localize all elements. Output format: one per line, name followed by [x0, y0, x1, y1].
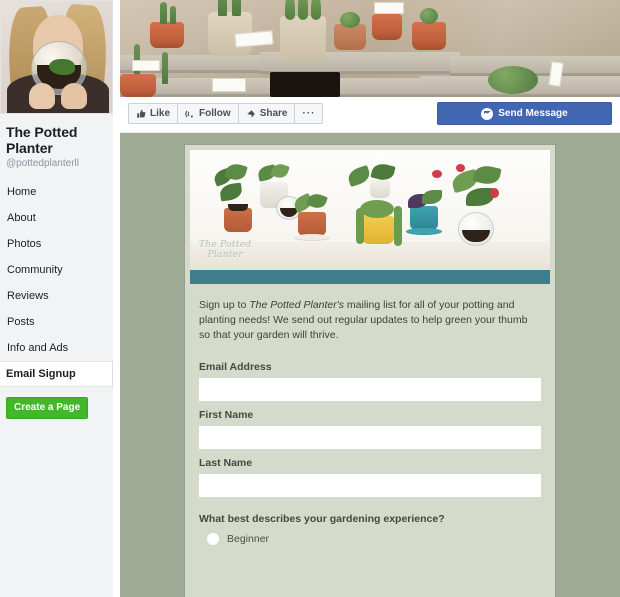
cover-pot	[150, 22, 184, 48]
like-button-label: Like	[150, 108, 171, 119]
sidebar-item-info-and-ads[interactable]: Info and Ads	[0, 335, 113, 361]
hero-terracotta-pot	[298, 212, 326, 236]
avatar-terrarium-plant	[49, 59, 75, 75]
follow-button-label: Follow	[199, 108, 231, 119]
brand-watermark-line2: Planter	[207, 250, 243, 260]
hero-foliage	[360, 200, 394, 218]
sidebar: The Potted Planter @pottedplanterll Home…	[0, 0, 113, 597]
page-title: The Potted Planter	[6, 124, 78, 156]
sidebar-item-photos[interactable]: Photos	[0, 231, 113, 257]
email-signup-card: The Potted Planter Sign up to The Potted…	[185, 145, 555, 597]
hero-soil	[228, 204, 248, 211]
cover-plant-label	[132, 60, 160, 71]
hero-string-of-pearls	[394, 206, 402, 246]
form-intro-emphasis: The Potted Planter's	[249, 299, 345, 311]
cover-soil-tray	[270, 72, 340, 97]
create-page-button[interactable]: Create a Page	[6, 397, 89, 419]
sidebar-item-posts[interactable]: Posts	[0, 309, 113, 335]
cover-cactus	[232, 0, 241, 16]
sidebar-item-email-signup[interactable]: Email Signup	[0, 361, 113, 387]
hero-flower	[490, 188, 499, 198]
last-name-label: Last Name	[199, 457, 253, 469]
hero-saucer	[294, 234, 330, 241]
hero-patterned-pot	[370, 180, 390, 198]
radio-icon[interactable]	[207, 533, 219, 545]
cover-cactus	[488, 66, 538, 94]
ellipsis-icon: ···	[302, 108, 316, 119]
rss-icon	[185, 109, 195, 119]
hero-terracotta-pot	[224, 208, 252, 232]
share-button[interactable]: Share	[237, 103, 295, 124]
hero-saucer	[406, 228, 442, 235]
sidebar-item-reviews[interactable]: Reviews	[0, 283, 113, 309]
share-arrow-icon	[246, 109, 256, 119]
page-action-bar: Like Follow Share ··· Send Message	[120, 97, 620, 133]
gardening-experience-option-label: Beginner	[227, 533, 270, 545]
cover-plant-label	[374, 2, 404, 14]
send-message-button[interactable]: Send Message	[437, 102, 612, 125]
brand-watermark: The Potted Planter	[199, 240, 251, 260]
page-action-button-group: Like Follow Share ···	[128, 103, 324, 124]
cover-photo[interactable]	[120, 0, 620, 97]
cover-plant-label	[212, 78, 246, 92]
sidebar-nav: Home About Photos Community Reviews Post…	[0, 177, 113, 387]
cover-pot	[120, 74, 156, 97]
email-address-label: Email Address	[199, 361, 272, 373]
send-message-label: Send Message	[498, 108, 568, 119]
email-signup-form: Sign up to The Potted Planter's mailing …	[185, 284, 555, 545]
brand-watermark-line1: The Potted	[199, 240, 252, 250]
gardening-experience-question: What best describes your gardening exper…	[199, 513, 445, 525]
cover-aloe	[311, 0, 321, 20]
form-intro-part1: Sign up to	[199, 299, 250, 311]
first-name-input[interactable]	[199, 426, 541, 449]
follow-button[interactable]: Follow	[177, 103, 238, 124]
gardening-experience-option-beginner[interactable]: Beginner	[199, 533, 541, 545]
cover-cactus	[340, 12, 360, 28]
form-intro-text: Sign up to The Potted Planter's mailing …	[199, 298, 541, 353]
page-handle: @pottedplanterll	[6, 158, 79, 169]
first-name-label: First Name	[199, 409, 254, 421]
messenger-icon	[481, 107, 494, 120]
thumbs-up-icon	[136, 109, 146, 119]
email-address-input[interactable]	[199, 378, 541, 401]
last-name-input[interactable]	[199, 474, 541, 497]
cover-aloe	[298, 0, 308, 20]
avatar-hand-left	[29, 83, 55, 109]
cover-pot	[372, 14, 402, 40]
cover-cactus	[218, 0, 227, 16]
hero-flower	[432, 170, 442, 178]
like-button[interactable]: Like	[128, 103, 178, 124]
avatar-hand-right	[61, 83, 87, 109]
facebook-page-email-signup: The Potted Planter @pottedplanterll Home…	[0, 0, 620, 597]
cover-cactus	[420, 8, 438, 24]
email-signup-canvas: The Potted Planter Sign up to The Potted…	[120, 133, 620, 597]
cover-cactus	[170, 6, 176, 24]
hero-image: The Potted Planter	[190, 150, 550, 270]
cover-cactus	[162, 52, 168, 84]
cover-aloe	[285, 0, 295, 20]
cover-pot	[412, 22, 446, 50]
hero-yellow-pot	[362, 216, 394, 244]
cover-cactus	[160, 2, 167, 24]
cover-face-pot	[280, 16, 326, 60]
hero-teal-pot	[410, 206, 438, 230]
sidebar-item-community[interactable]: Community	[0, 257, 113, 283]
avatar[interactable]	[0, 0, 113, 114]
accent-band	[190, 270, 550, 284]
sidebar-item-home[interactable]: Home	[0, 179, 113, 205]
hero-flower	[456, 164, 465, 172]
share-button-label: Share	[259, 108, 288, 119]
sidebar-item-about[interactable]: About	[0, 205, 113, 231]
more-options-button[interactable]: ···	[294, 103, 324, 124]
